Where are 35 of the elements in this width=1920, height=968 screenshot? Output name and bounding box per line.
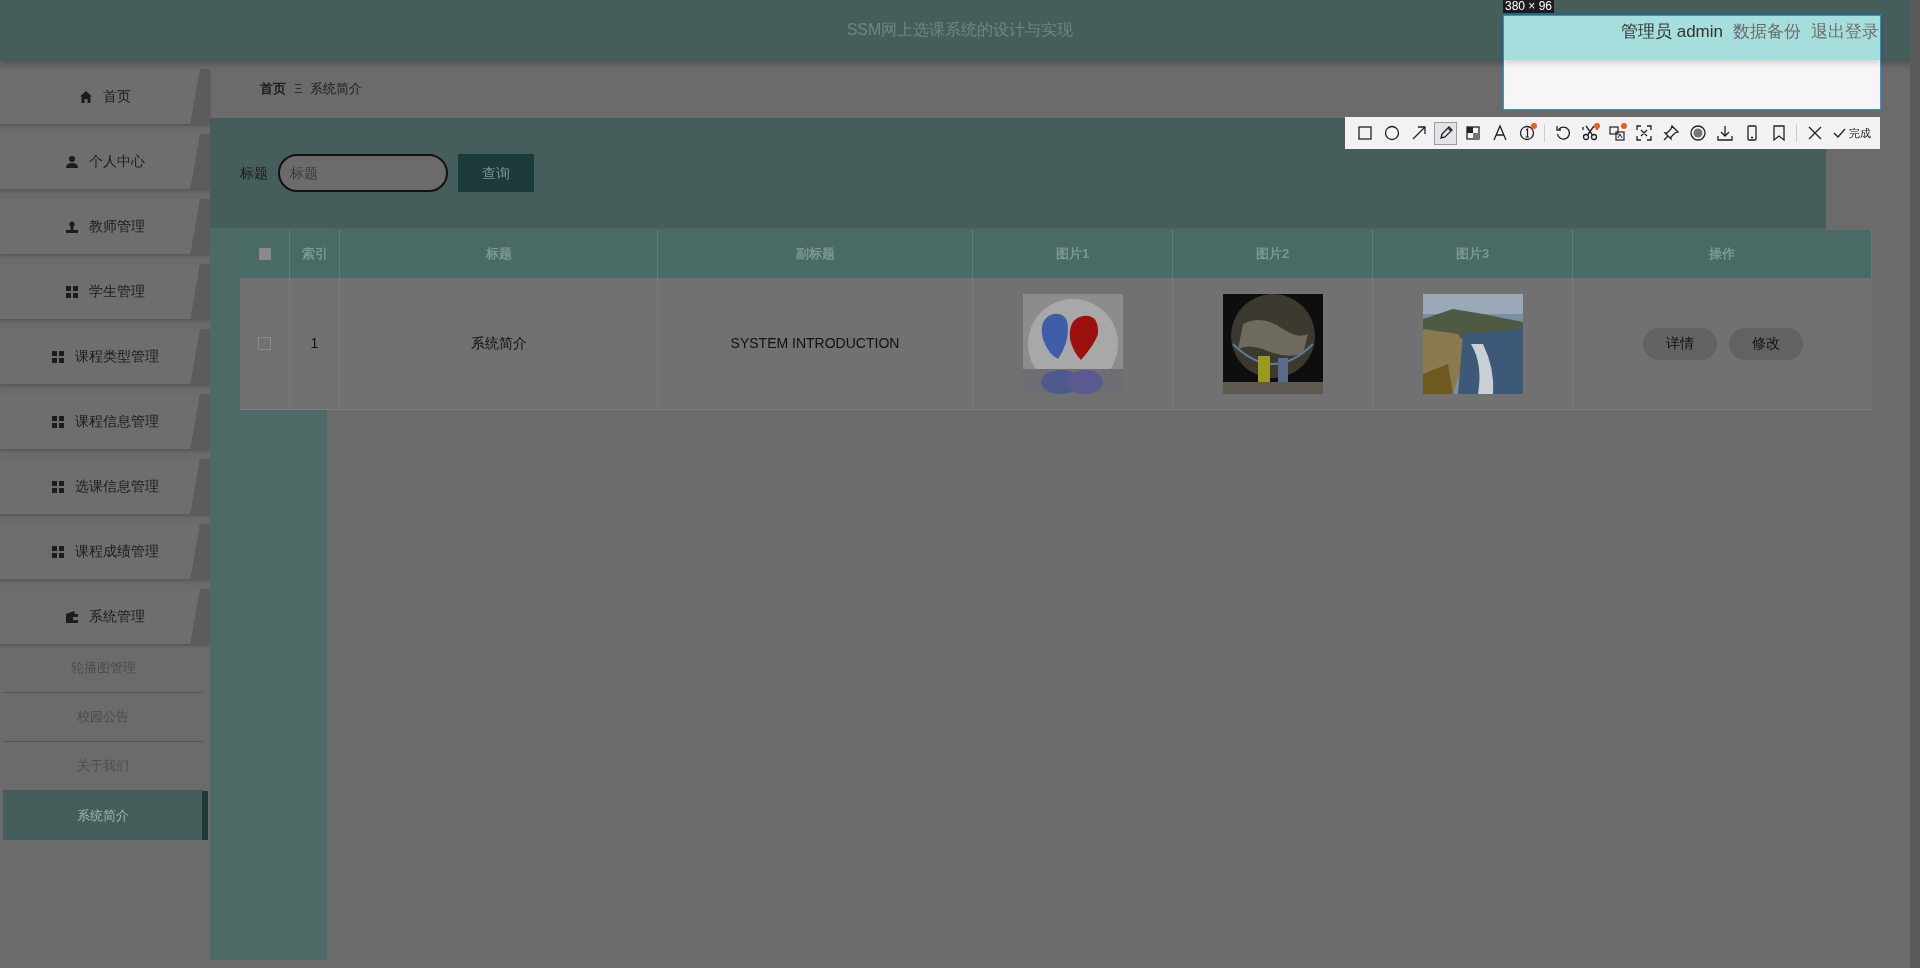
selection-frame[interactable]: 管理员 admin 数据备份 退出登录 bbox=[1503, 15, 1881, 110]
sidebar-item[interactable]: 个人中心 bbox=[0, 134, 210, 189]
field-label: 标题 bbox=[240, 163, 268, 183]
sidebar-item[interactable]: 选课信息管理 bbox=[0, 459, 210, 514]
sidebar-label: 个人中心 bbox=[89, 152, 145, 171]
user-label: 管理员 admin bbox=[1620, 21, 1723, 43]
done-button[interactable]: 完成 bbox=[1832, 124, 1871, 142]
breadcrumb-link[interactable]: 首页 bbox=[260, 79, 286, 99]
sidebar-label: 系统管理 bbox=[89, 607, 145, 626]
sidebar-label: 教师管理 bbox=[89, 217, 145, 236]
table-cell: 系统简介 bbox=[340, 278, 658, 409]
sidebar-item[interactable]: 学生管理 bbox=[0, 264, 210, 319]
sidebar-label: 首页 bbox=[103, 87, 131, 106]
sidebar-item[interactable]: 首页 bbox=[0, 69, 210, 124]
sidebar-item[interactable]: 教师管理 bbox=[0, 199, 210, 254]
sidebar-item[interactable]: 课程类型管理 bbox=[0, 329, 210, 384]
sidebar-item[interactable]: 课程信息管理 bbox=[0, 394, 210, 449]
header-link[interactable]: 退出登录 bbox=[1811, 19, 1879, 45]
search-button[interactable]: 查询 bbox=[458, 154, 534, 192]
sidebar-label: 学生管理 bbox=[89, 282, 145, 301]
sidebar-item[interactable]: 课程成绩管理 bbox=[0, 524, 210, 579]
header-link[interactable]: 数据备份 bbox=[1733, 19, 1801, 45]
submenu-item[interactable]: 系统简介 bbox=[3, 791, 208, 840]
breadcrumb-current: 系统简介 bbox=[310, 80, 363, 99]
action-button[interactable]: 详情 bbox=[1642, 327, 1717, 360]
size-label: 380 × 96 bbox=[1503, 0, 1555, 13]
breadcrumb-separator: Ξ bbox=[294, 80, 303, 99]
sidebar-label: 课程信息管理 bbox=[75, 412, 159, 431]
sidebar-label: 课程成绩管理 bbox=[75, 542, 159, 561]
sidebar-label: 课程类型管理 bbox=[75, 347, 159, 366]
sidebar-item[interactable]: 系统管理 bbox=[0, 589, 210, 644]
action-button[interactable]: 修改 bbox=[1728, 327, 1803, 360]
sidebar-label: 选课信息管理 bbox=[75, 477, 159, 496]
table-cell: SYSTEM INTRODUCTION bbox=[658, 278, 973, 409]
table-cell: 1 bbox=[290, 278, 340, 409]
